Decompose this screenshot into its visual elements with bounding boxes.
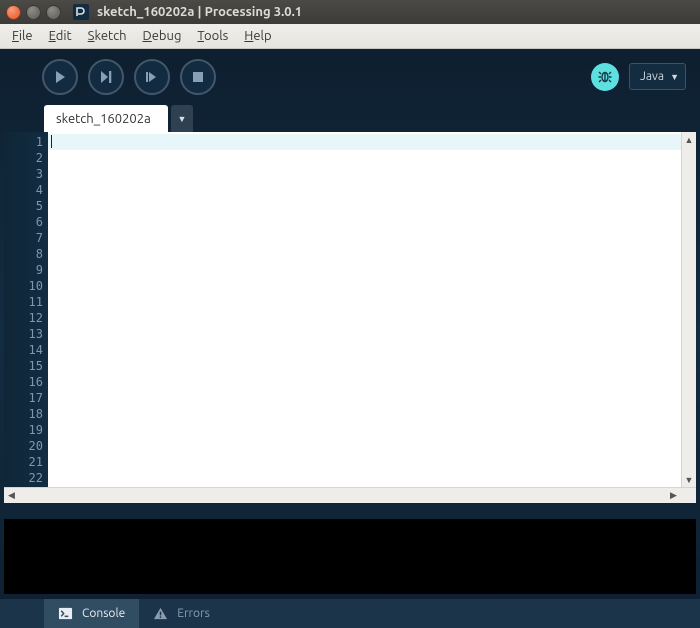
line-number: 16	[4, 374, 43, 390]
horizontal-scrollbar[interactable]: ◀ ▶	[4, 487, 696, 503]
line-number: 15	[4, 358, 43, 374]
line-number: 17	[4, 390, 43, 406]
line-number: 10	[4, 278, 43, 294]
window-close-button[interactable]	[6, 5, 21, 20]
footer-tabs: Console Errors	[0, 599, 700, 628]
sketch-tab-label: sketch_160202a	[56, 112, 151, 126]
menu-debug[interactable]: Debug	[137, 27, 188, 45]
run-button[interactable]	[42, 59, 78, 95]
line-number: 4	[4, 182, 43, 198]
line-number: 1	[4, 134, 43, 150]
app-body: Java ▼ sketch_160202a ▼ 1234567891011121…	[0, 49, 700, 628]
line-number: 11	[4, 294, 43, 310]
menu-bar: File Edit Sketch Debug Tools Help	[0, 24, 700, 49]
line-number: 5	[4, 198, 43, 214]
stop-button[interactable]	[180, 59, 216, 95]
scroll-corner	[681, 488, 696, 503]
mode-label: Java	[640, 70, 664, 83]
window-minimize-button[interactable]	[26, 5, 41, 20]
line-number: 22	[4, 470, 43, 486]
line-number: 20	[4, 438, 43, 454]
line-gutter: 12345678910111213141516171819202122	[4, 132, 48, 487]
window-title: sketch_160202a | Processing 3.0.1	[97, 5, 302, 19]
scroll-down-arrow-icon[interactable]: ▼	[682, 472, 696, 487]
step-over-button[interactable]	[134, 59, 170, 95]
line-number: 7	[4, 230, 43, 246]
tab-dropdown-button[interactable]: ▼	[171, 105, 193, 132]
toolbar: Java ▼	[0, 49, 700, 104]
line-number: 3	[4, 166, 43, 182]
current-line-highlight	[48, 134, 681, 150]
window-buttons	[6, 5, 61, 20]
line-number: 21	[4, 454, 43, 470]
window-maximize-button[interactable]	[46, 5, 61, 20]
errors-tab-label: Errors	[177, 607, 210, 620]
line-number: 14	[4, 342, 43, 358]
scroll-up-arrow-icon[interactable]: ▲	[682, 132, 696, 147]
step-button[interactable]	[88, 59, 124, 95]
scroll-left-arrow-icon[interactable]: ◀	[4, 488, 19, 503]
menu-sketch[interactable]: Sketch	[82, 27, 133, 45]
line-number: 8	[4, 246, 43, 262]
line-number: 9	[4, 262, 43, 278]
chevron-down-icon: ▼	[670, 72, 679, 82]
warning-icon	[153, 606, 168, 621]
console-splitter[interactable]	[0, 503, 700, 519]
menu-tools[interactable]: Tools	[191, 27, 234, 45]
tab-strip: sketch_160202a ▼	[0, 104, 700, 132]
text-caret	[51, 135, 52, 148]
line-number: 12	[4, 310, 43, 326]
menu-file[interactable]: File	[6, 27, 39, 45]
sketch-tab[interactable]: sketch_160202a	[44, 105, 168, 132]
window-titlebar: sketch_160202a | Processing 3.0.1	[0, 0, 700, 24]
scroll-right-arrow-icon[interactable]: ▶	[666, 488, 681, 503]
line-number: 18	[4, 406, 43, 422]
console-tab[interactable]: Console	[44, 599, 139, 628]
console-icon	[58, 606, 73, 621]
errors-tab[interactable]: Errors	[139, 599, 224, 628]
chevron-down-icon: ▼	[178, 114, 187, 124]
console-tab-label: Console	[82, 607, 125, 620]
vertical-scrollbar[interactable]: ▲ ▼	[681, 132, 696, 487]
processing-app-icon	[73, 4, 89, 20]
line-number: 19	[4, 422, 43, 438]
menu-edit[interactable]: Edit	[43, 27, 78, 45]
scroll-track[interactable]	[682, 147, 696, 472]
menu-help[interactable]: Help	[238, 27, 277, 45]
debug-badge-icon[interactable]	[591, 63, 619, 91]
code-text-area[interactable]	[48, 132, 681, 487]
console-output[interactable]	[4, 519, 696, 594]
line-number: 2	[4, 150, 43, 166]
line-number: 13	[4, 326, 43, 342]
code-editor: 12345678910111213141516171819202122 ▲ ▼	[4, 132, 696, 487]
scroll-track[interactable]	[19, 488, 666, 503]
line-number: 6	[4, 214, 43, 230]
mode-selector[interactable]: Java ▼	[629, 63, 686, 90]
